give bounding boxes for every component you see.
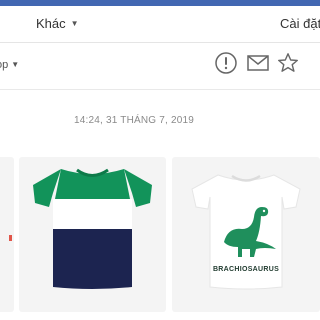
left-dropdown-label: op — [0, 59, 9, 71]
star-icon[interactable] — [276, 51, 300, 75]
settings-link[interactable]: Cài đặt — [280, 16, 320, 31]
striped-tshirt-image — [33, 168, 152, 289]
left-dropdown[interactable]: op▼ — [0, 59, 19, 71]
dinosaur-print-text: BRACHIOSAURUS — [213, 266, 279, 273]
message-timestamp: 14:24, 31 THÁNG 7, 2019 — [73, 115, 195, 126]
more-menu-label: Khác — [36, 16, 66, 31]
caret-down-icon: ▼ — [70, 19, 79, 28]
product-image-partial — [9, 235, 12, 241]
caret-down-icon: ▼ — [11, 60, 20, 69]
alert-circle-icon[interactable] — [214, 51, 238, 75]
top-toolbar: Khác ▼ Cài đặt — [0, 6, 320, 43]
more-menu-button[interactable]: Khác ▼ — [36, 16, 79, 31]
product-card-striped-tshirt[interactable] — [19, 157, 166, 312]
envelope-icon[interactable] — [246, 51, 270, 75]
product-card-partial[interactable] — [0, 157, 14, 312]
product-card-dinosaur-tshirt[interactable]: BRACHIOSAURUS — [172, 157, 320, 312]
message-action-bar: op▼ — [0, 43, 320, 90]
dinosaur-tshirt-image: BRACHIOSAURUS — [191, 174, 301, 290]
